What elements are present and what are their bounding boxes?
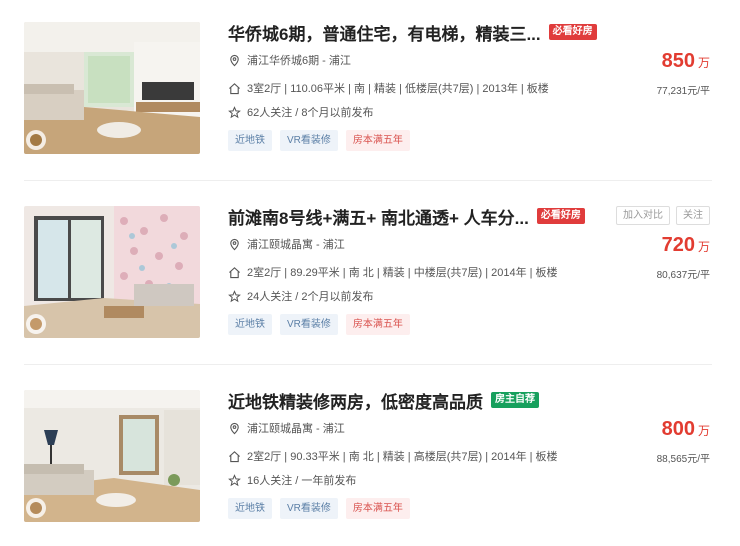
- must-see-badge: 必看好房: [536, 208, 585, 224]
- price-unit: 万: [697, 56, 710, 70]
- details-row: 3室2厅 | 110.06平米 | 南 | 精装 | 低楼层(共7层) | 20…: [228, 80, 549, 96]
- house-icon: [228, 450, 241, 463]
- tag-near-subway: 近地铁: [228, 314, 272, 335]
- total-price: 720 万: [662, 234, 710, 257]
- unit-price: 77,231元/平: [656, 86, 710, 97]
- listing-title[interactable]: 近地铁精装修两房，低密度高品质: [228, 388, 483, 413]
- follow-text: 24人关注 / 2个月以前发布: [247, 291, 374, 303]
- listing-title[interactable]: 华侨城6期，普通住宅，有电梯，精装三...: [228, 20, 541, 45]
- location-row: 浦江颐城晶寓 - 浦江: [228, 236, 345, 252]
- living-room-photo: [24, 390, 200, 522]
- location-pin-icon: [228, 238, 241, 251]
- details-row: 2室2厅 | 90.33平米 | 南 北 | 精装 | 高楼层(共7层) | 2…: [228, 448, 558, 464]
- must-see-badge: 必看好房: [548, 24, 597, 40]
- tag-vr-decoration: VR看装修: [280, 314, 338, 335]
- divider: [24, 364, 712, 365]
- tag-list: 近地铁 VR看装修 房本满五年: [228, 130, 410, 151]
- follow-row: 62人关注 / 8个月以前发布: [228, 104, 374, 120]
- location-text[interactable]: 浦江颐城晶寓 - 浦江: [247, 236, 345, 252]
- location-text[interactable]: 浦江华侨城6期 - 浦江: [247, 52, 351, 68]
- listing-title[interactable]: 前滩南8号线+满五+ 南北通透+ 人车分...: [228, 204, 529, 229]
- action-buttons: 加入对比 关注: [616, 206, 710, 225]
- follow-button[interactable]: 关注: [676, 206, 710, 225]
- location-pin-icon: [228, 54, 241, 67]
- follow-row: 16人关注 / 一年前发布: [228, 472, 356, 488]
- details-row: 2室2厅 | 89.29平米 | 南 北 | 精装 | 中楼层(共7层) | 2…: [228, 264, 558, 280]
- listing-card[interactable]: 前滩南8号线+满五+ 南北通透+ 人车分... 必看好房 加入对比 关注 浦江颐…: [0, 204, 740, 354]
- listing-card[interactable]: 华侨城6期，普通住宅，有电梯，精装三... 必看好房 浦江华侨城6期 - 浦江 …: [0, 20, 740, 170]
- location-row: 浦江颐城晶寓 - 浦江: [228, 420, 345, 436]
- price-value: 720: [661, 234, 695, 256]
- listing-photo[interactable]: [24, 22, 200, 154]
- location-pin-icon: [228, 422, 241, 435]
- price-value: 800: [661, 418, 695, 440]
- house-icon: [228, 82, 241, 95]
- divider: [24, 180, 712, 181]
- tag-near-subway: 近地铁: [228, 130, 272, 151]
- total-price: 800 万: [662, 418, 710, 441]
- details-text: 2室2厅 | 90.33平米 | 南 北 | 精装 | 高楼层(共7层) | 2…: [247, 451, 558, 463]
- follow-row: 24人关注 / 2个月以前发布: [228, 288, 374, 304]
- listing-card[interactable]: 近地铁精装修两房，低密度高品质 房主自荐 浦江颐城晶寓 - 浦江 2室2厅 | …: [0, 388, 740, 538]
- details-text: 2室2厅 | 89.29平米 | 南 北 | 精装 | 中楼层(共7层) | 2…: [247, 267, 558, 279]
- unit-price: 80,637元/平: [656, 270, 710, 281]
- tag-vr-decoration: VR看装修: [280, 498, 338, 519]
- tag-vr-decoration: VR看装修: [280, 130, 338, 151]
- star-icon: [228, 105, 241, 119]
- tag-list: 近地铁 VR看装修 房本满五年: [228, 498, 410, 519]
- unit-price: 88,565元/平: [656, 454, 710, 465]
- price-unit: 万: [697, 424, 710, 438]
- price-value: 850: [661, 50, 695, 72]
- follow-text: 62人关注 / 8个月以前发布: [247, 107, 374, 119]
- listing-photo[interactable]: [24, 206, 200, 338]
- follow-text: 16人关注 / 一年前发布: [247, 475, 357, 487]
- house-icon: [228, 266, 241, 279]
- price-unit: 万: [697, 240, 710, 254]
- tag-near-subway: 近地铁: [228, 498, 272, 519]
- star-icon: [228, 473, 241, 487]
- star-icon: [228, 289, 241, 303]
- location-row: 浦江华侨城6期 - 浦江: [228, 52, 351, 68]
- add-compare-button[interactable]: 加入对比: [616, 206, 670, 225]
- living-room-photo: [24, 206, 200, 338]
- location-text[interactable]: 浦江颐城晶寓 - 浦江: [247, 420, 345, 436]
- tag-over-five-years: 房本满五年: [345, 498, 410, 519]
- details-text: 3室2厅 | 110.06平米 | 南 | 精装 | 低楼层(共7层) | 20…: [247, 83, 549, 95]
- owner-recommended-badge: 房主自荐: [491, 392, 539, 408]
- tag-over-five-years: 房本满五年: [345, 130, 410, 151]
- total-price: 850 万: [662, 50, 710, 73]
- living-room-photo: [24, 22, 200, 154]
- listing-photo[interactable]: [24, 390, 200, 522]
- tag-over-five-years: 房本满五年: [345, 314, 410, 335]
- tag-list: 近地铁 VR看装修 房本满五年: [228, 314, 410, 335]
